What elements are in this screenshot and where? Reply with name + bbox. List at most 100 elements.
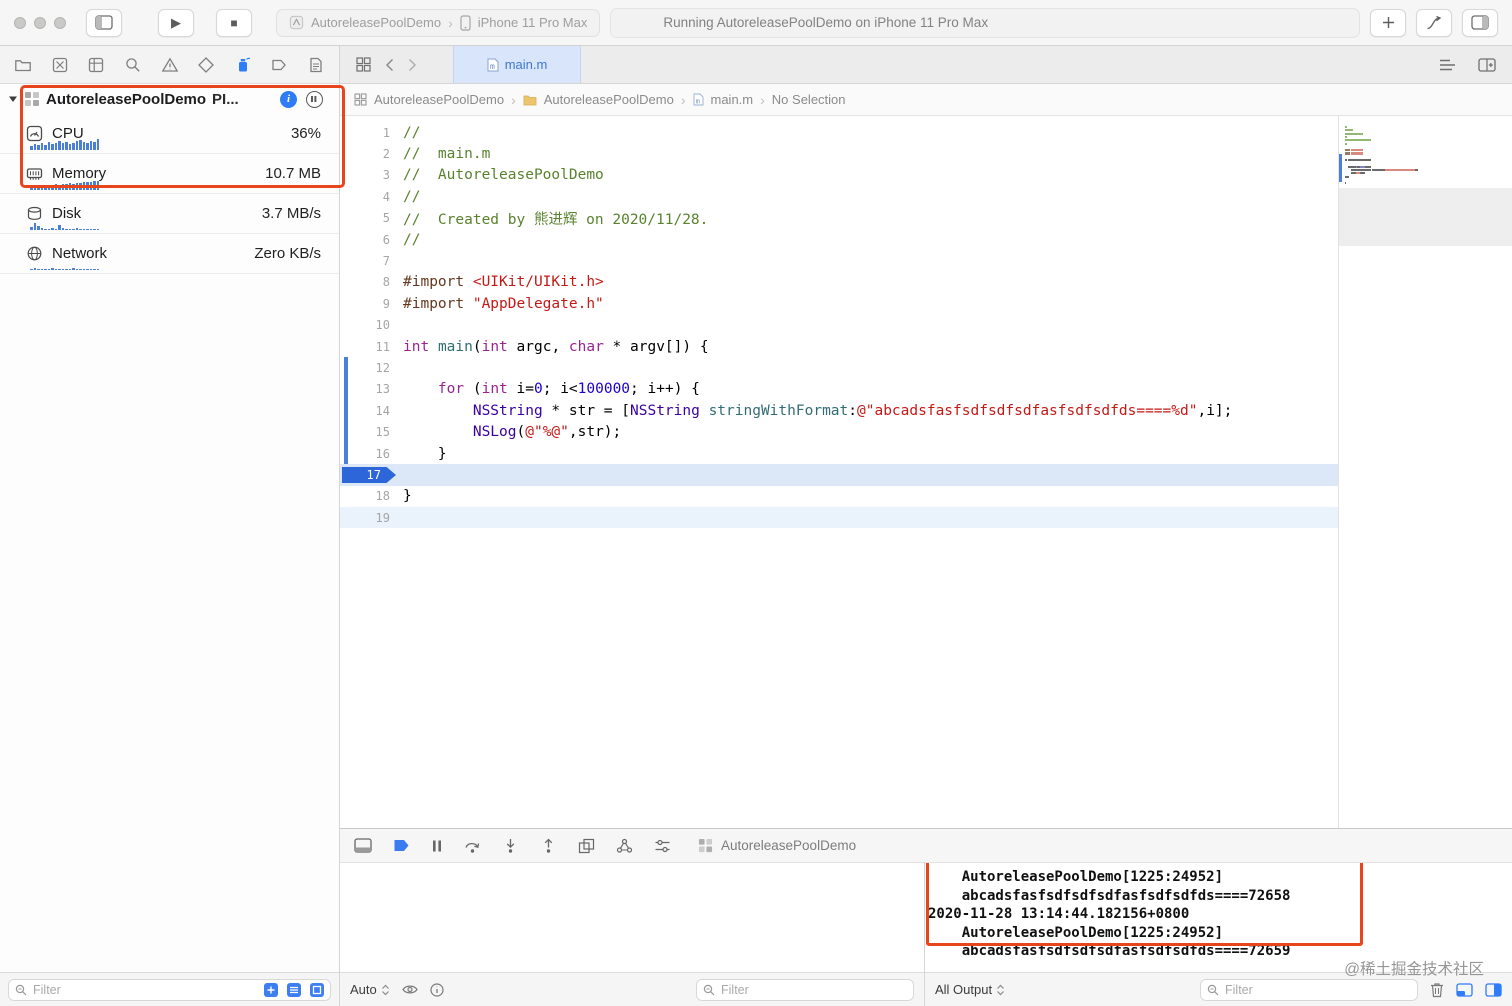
view-hierarchy-icon[interactable]	[578, 838, 595, 854]
code-line[interactable]: 2// main.m	[340, 143, 1338, 164]
disclosure-triangle-icon[interactable]	[8, 94, 18, 104]
toggle-inspector-button[interactable]	[1462, 8, 1498, 37]
line-number-gutter[interactable]: 10	[350, 318, 390, 332]
cpu-gauge-row[interactable]: CPU 36%	[0, 114, 339, 154]
symbol-navigator-icon[interactable]	[87, 56, 105, 74]
line-number-gutter[interactable]: 2	[350, 147, 390, 161]
related-items-icon[interactable]	[354, 93, 367, 106]
minimize-window-button[interactable]	[34, 16, 46, 29]
breadcrumb-selection[interactable]: No Selection	[772, 92, 846, 107]
breadcrumb-project[interactable]: AutoreleasePoolDemo	[374, 92, 504, 107]
editor-options-icon[interactable]	[1439, 58, 1456, 72]
eye-icon[interactable]	[402, 984, 418, 995]
source-editor[interactable]: 1//2// main.m 3// AutoreleasePoolDemo 4//5…	[340, 116, 1338, 828]
code-line[interactable]: 9 #import "AppDelegate.h"	[340, 293, 1338, 314]
step-out-icon[interactable]	[540, 838, 557, 854]
run-button[interactable]: ▶	[158, 8, 194, 37]
code-line[interactable]: 5// Created by 熊进辉 on 2020/11/28.	[340, 208, 1338, 229]
code-line[interactable]: 16 }	[340, 442, 1338, 465]
forward-chevron-icon[interactable]	[408, 58, 417, 72]
line-number-gutter[interactable]: 3	[350, 168, 390, 182]
code-line[interactable]: 19	[340, 507, 1338, 529]
filter-flag-icon[interactable]	[309, 982, 325, 998]
line-number-gutter[interactable]: 14	[350, 404, 390, 418]
trash-icon[interactable]	[1430, 982, 1444, 998]
code-line[interactable]: 18}	[340, 486, 1338, 507]
line-number-gutter[interactable]: 13	[350, 382, 390, 396]
pause-execution-icon[interactable]	[431, 839, 443, 853]
variables-content[interactable]	[340, 863, 924, 972]
stop-button[interactable]: ■	[216, 8, 252, 37]
hide-debug-area-icon[interactable]	[354, 838, 372, 853]
info-icon[interactable]	[280, 90, 297, 108]
code-review-button[interactable]	[1416, 8, 1452, 37]
console-content[interactable]: AutoreleasePoolDemo[1225:24952] abcadsfa…	[925, 863, 1512, 972]
test-navigator-icon[interactable]	[197, 56, 215, 74]
breadcrumb-file[interactable]: main.m	[711, 92, 754, 107]
debug-process-indicator[interactable]: AutoreleasePoolDemo	[698, 838, 856, 853]
code-line[interactable]: 10	[340, 315, 1338, 336]
filter-recent-icon[interactable]	[263, 982, 279, 998]
pause-process-icon[interactable]	[306, 90, 323, 108]
toggle-navigator-button[interactable]	[86, 8, 122, 37]
variables-scope-popup[interactable]: Auto	[350, 982, 390, 997]
line-number-gutter[interactable]: 8	[350, 275, 390, 289]
line-number-gutter[interactable]: 15	[350, 425, 390, 439]
find-navigator-icon[interactable]	[124, 56, 142, 74]
source-control-navigator-icon[interactable]	[51, 56, 69, 74]
filter-view-mode-icon[interactable]	[286, 982, 302, 998]
code-line[interactable]: 11 int main(int argc, char * argv[]) {	[340, 336, 1338, 357]
code-line[interactable]: 7	[340, 250, 1338, 271]
line-number-gutter[interactable]: 19	[350, 511, 390, 525]
line-number-gutter[interactable]: 5	[350, 211, 390, 225]
step-over-icon[interactable]	[464, 838, 481, 854]
issue-navigator-icon[interactable]	[161, 56, 179, 74]
breakpoint-marker[interactable]: 17	[342, 466, 396, 484]
code-line[interactable]: 8 #import <UIKit/UIKit.h>	[340, 272, 1338, 293]
code-line[interactable]: 17	[340, 464, 1338, 486]
report-navigator-icon[interactable]	[307, 56, 325, 74]
code-line[interactable]: 15 NSLog(@"%@",str);	[340, 421, 1338, 444]
memory-graph-icon[interactable]	[616, 838, 633, 854]
line-number-gutter[interactable]: 1	[350, 126, 390, 140]
breakpoints-toggle-icon[interactable]	[393, 838, 410, 853]
line-number-gutter[interactable]: 16	[350, 447, 390, 461]
project-navigator-icon[interactable]	[14, 56, 32, 74]
line-number-gutter[interactable]: 18	[350, 489, 390, 503]
line-number-gutter[interactable]: 9	[350, 297, 390, 311]
related-items-grid-icon[interactable]	[356, 57, 371, 72]
network-gauge-row[interactable]: Network Zero KB/s	[0, 234, 339, 274]
environment-overrides-icon[interactable]	[654, 838, 671, 854]
code-line[interactable]: 6//	[340, 229, 1338, 250]
add-library-button[interactable]	[1370, 8, 1406, 37]
debug-navigator-icon[interactable]	[234, 56, 252, 74]
dock-bottom-left-icon[interactable]	[1456, 982, 1473, 997]
info-circle-icon[interactable]	[430, 982, 444, 997]
code-line[interactable]: 4//	[340, 186, 1338, 207]
variables-filter-input[interactable]	[696, 978, 914, 1001]
console-filter-input[interactable]	[1200, 978, 1418, 1001]
line-number-gutter[interactable]: 12	[350, 361, 390, 375]
code-line[interactable]: 14 NSString * str = [NSString stringWith…	[340, 400, 1338, 422]
step-into-icon[interactable]	[502, 838, 519, 854]
code-line[interactable]: 13 for (int i=0; i<100000; i++) {	[340, 378, 1338, 401]
line-number-gutter[interactable]: 4	[350, 190, 390, 204]
tab-main-m[interactable]: m main.m	[453, 46, 581, 83]
disk-gauge-row[interactable]: Disk 3.7 MB/s	[0, 194, 339, 234]
memory-gauge-row[interactable]: Memory 10.7 MB	[0, 154, 339, 194]
line-number-gutter[interactable]: 11	[350, 340, 390, 354]
process-row[interactable]: AutoreleasePoolDemo PI...	[0, 84, 339, 114]
close-window-button[interactable]	[14, 16, 26, 29]
code-line[interactable]: 12	[340, 357, 1338, 380]
breakpoint-navigator-icon[interactable]	[270, 56, 288, 74]
console-scope-popup[interactable]: All Output	[935, 982, 1005, 997]
dock-bottom-icon[interactable]	[1485, 982, 1502, 997]
zoom-window-button[interactable]	[54, 16, 66, 29]
minimap[interactable]	[1338, 116, 1512, 828]
scheme-selector[interactable]: AutoreleasePoolDemo › iPhone 11 Pro Max	[276, 8, 601, 37]
line-number-gutter[interactable]: 7	[350, 254, 390, 268]
back-chevron-icon[interactable]	[385, 58, 394, 72]
code-line[interactable]: 1//	[340, 122, 1338, 143]
line-number-gutter[interactable]: 6	[350, 233, 390, 247]
add-editor-icon[interactable]	[1478, 57, 1496, 72]
